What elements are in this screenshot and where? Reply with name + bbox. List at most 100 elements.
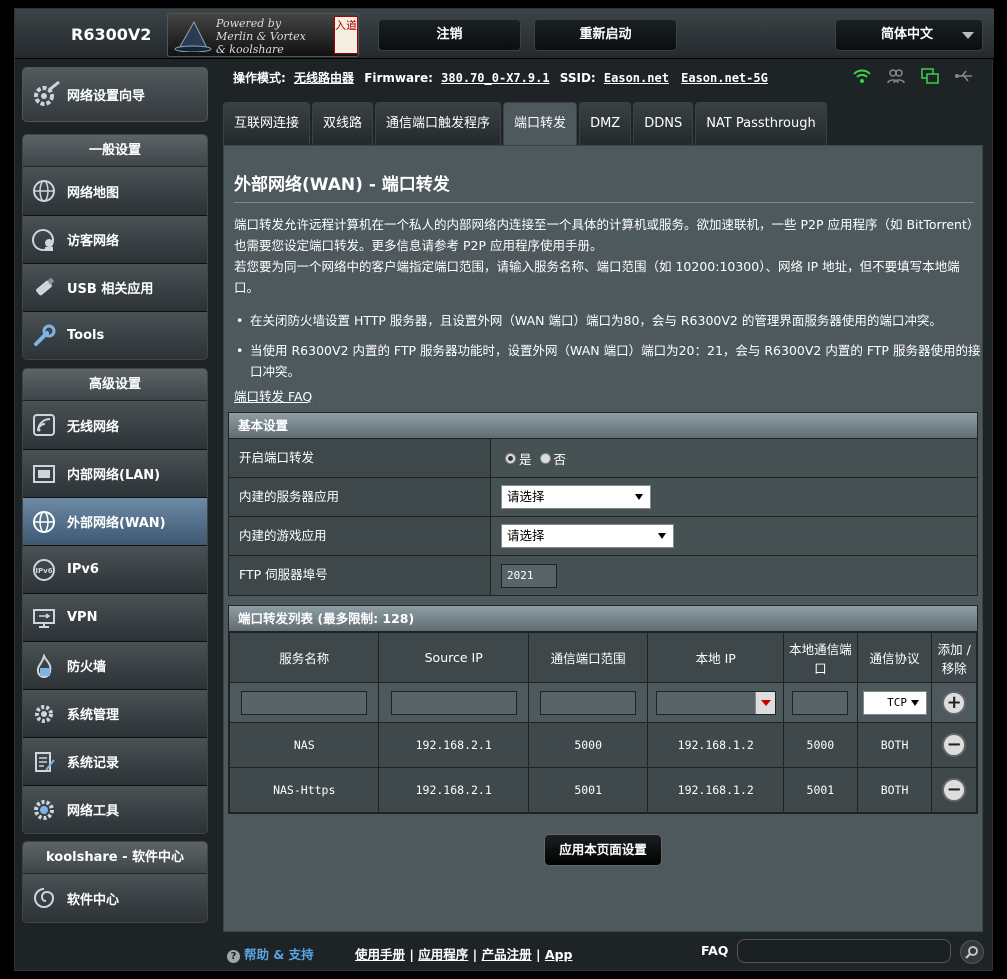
sidebar-item-guest-network[interactable]: 访客网络 bbox=[23, 215, 207, 263]
service-name-input[interactable] bbox=[241, 690, 368, 715]
sidebar-item-label: 访客网络 bbox=[67, 234, 120, 249]
game-app-select[interactable]: 请选择 bbox=[501, 524, 674, 548]
sidebar-item-label: 网络工具 bbox=[67, 804, 120, 819]
sidebar-item-firewall[interactable]: 防火墙 bbox=[23, 641, 207, 689]
basic-settings-title: 基本设置 bbox=[229, 413, 977, 439]
apply-settings-button[interactable]: 应用本页面设置 bbox=[544, 834, 662, 866]
network-status-icon[interactable] bbox=[920, 67, 940, 85]
globe-map-icon bbox=[31, 178, 57, 204]
merlin-logo: Powered by Merlin & Vortex & koolshare 入… bbox=[167, 13, 359, 57]
top-bar: R6300V2 Powered by Merlin & Vortex & koo… bbox=[15, 9, 994, 59]
tab-internet[interactable]: 互联网连接 bbox=[223, 102, 311, 146]
chevron-down-icon bbox=[635, 494, 643, 500]
sidebar-item-software-center[interactable]: 软件中心 bbox=[23, 874, 207, 922]
firmware-link[interactable]: 380.70_0-X7.9.1 bbox=[441, 71, 549, 85]
sidebar-item-label: 内部网络(LAN) bbox=[67, 468, 161, 483]
wizard-label: 网络设置向导 bbox=[67, 89, 146, 104]
guest-network-icon bbox=[31, 227, 57, 253]
ftp-port-input[interactable]: 2021 bbox=[501, 563, 557, 588]
help-label: 帮助 & 支持 bbox=[244, 947, 314, 962]
koolshare-group: koolshare - 软件中心 软件中心 bbox=[22, 841, 208, 923]
advanced-settings-group: 高级设置 无线网络 内部网络(LAN) 外部网络(WAN) IPv6 IPv6 … bbox=[22, 368, 208, 834]
sidebar-item-network-tools[interactable]: 网络工具 bbox=[23, 785, 207, 833]
ipv6-icon: IPv6 bbox=[31, 557, 57, 583]
sidebar-item-admin[interactable]: 系统管理 bbox=[23, 689, 207, 737]
log-icon bbox=[31, 749, 57, 775]
reboot-button[interactable]: 重新启动 bbox=[534, 19, 677, 51]
register-link[interactable]: 产品注册 bbox=[482, 947, 532, 962]
help-icon: ? bbox=[227, 950, 240, 963]
tab-dual-wan[interactable]: 双线路 bbox=[312, 102, 374, 146]
port-range-input[interactable] bbox=[540, 690, 637, 715]
sidebar-item-vpn[interactable]: VPN bbox=[23, 593, 207, 641]
logo-seal: 入道 bbox=[334, 16, 358, 54]
sidebar-item-usb[interactable]: USB 相关应用 bbox=[23, 263, 207, 311]
tab-ddns[interactable]: DDNS bbox=[633, 102, 694, 146]
tab-port-forwarding[interactable]: 端口转发 bbox=[503, 102, 578, 146]
col-local-ip: 本地 IP bbox=[647, 632, 785, 683]
sidebar-item-label: IPv6 bbox=[67, 562, 99, 577]
add-rule-icon[interactable]: + bbox=[942, 690, 967, 715]
protocol-value: TCP bbox=[887, 695, 907, 709]
manual-link[interactable]: 使用手册 bbox=[355, 947, 405, 962]
usb-icon bbox=[31, 275, 57, 301]
tab-dmz[interactable]: DMZ bbox=[579, 102, 632, 146]
local-port-input[interactable] bbox=[792, 690, 849, 715]
general-settings-group: 一般设置 网络地图 访客网络 USB 相关应用 Tools bbox=[22, 134, 208, 360]
mode-link[interactable]: 无线路由器 bbox=[294, 71, 354, 85]
tab-nat-passthrough[interactable]: NAT Passthrough bbox=[695, 102, 827, 146]
local-ip-input[interactable] bbox=[655, 690, 776, 715]
faq-search-input[interactable] bbox=[737, 939, 951, 963]
sidebar-item-syslog[interactable]: 系统记录 bbox=[23, 737, 207, 785]
advanced-settings-title: 高级设置 bbox=[23, 369, 207, 401]
search-icon[interactable] bbox=[960, 940, 984, 964]
wrench-icon bbox=[31, 323, 57, 349]
sidebar-item-lan[interactable]: 内部网络(LAN) bbox=[23, 449, 207, 497]
sidebar-item-label: USB 相关应用 bbox=[67, 282, 154, 297]
sidebar-item-ipv6[interactable]: IPv6 IPv6 bbox=[23, 545, 207, 593]
sidebar-item-label: Tools bbox=[67, 328, 105, 343]
radio-yes[interactable] bbox=[505, 452, 516, 464]
sidebar-item-network-map[interactable]: 网络地图 bbox=[23, 167, 207, 215]
remove-rule-icon[interactable]: − bbox=[942, 733, 967, 757]
language-label: 简体中文 bbox=[881, 27, 934, 42]
new-rule-row: TCP + bbox=[228, 682, 977, 723]
radio-yes-label: 是 bbox=[519, 451, 532, 467]
tab-port-trigger[interactable]: 通信端口触发程序 bbox=[375, 102, 502, 146]
general-settings-title: 一般设置 bbox=[23, 135, 207, 167]
network-wizard-button[interactable]: 网络设置向导 bbox=[22, 67, 208, 122]
ssid-5g-link[interactable]: Eason.net-5G bbox=[681, 71, 768, 85]
chevron-down-icon bbox=[658, 533, 666, 539]
source-ip-cell: 192.168.2.1 bbox=[378, 722, 529, 768]
page-description: 端口转发允许远程计算机在一个私人的内部网络内连接至一个具体的计算机或服务。欲加速… bbox=[234, 214, 982, 298]
source-ip-input[interactable] bbox=[390, 690, 517, 715]
protocol-select[interactable]: TCP bbox=[862, 690, 927, 715]
chevron-down-icon bbox=[962, 32, 974, 39]
sidebar-item-tools[interactable]: Tools bbox=[23, 311, 207, 359]
enable-port-forwarding-row: 开启端口转发 是 否 bbox=[229, 439, 977, 478]
local-ip-cell: 192.168.1.2 bbox=[647, 767, 785, 813]
wifi-status-icon[interactable] bbox=[852, 67, 872, 85]
game-app-label: 内建的游戏应用 bbox=[229, 517, 491, 555]
description-para-1: 端口转发允许远程计算机在一个私人的内部网络内连接至一个具体的计算机或服务。欲加速… bbox=[234, 217, 980, 253]
apps-link[interactable]: 应用程序 bbox=[418, 947, 468, 962]
language-select[interactable]: 简体中文 bbox=[835, 19, 983, 51]
clients-icon[interactable] bbox=[886, 67, 906, 85]
server-app-label: 内建的服务器应用 bbox=[229, 478, 491, 516]
remove-rule-icon[interactable]: − bbox=[942, 778, 967, 802]
usb-status-icon[interactable] bbox=[954, 67, 974, 85]
logout-button[interactable]: 注销 bbox=[378, 19, 521, 51]
server-app-select[interactable]: 请选择 bbox=[501, 485, 651, 509]
sidebar-item-label: 系统管理 bbox=[67, 708, 120, 723]
sidebar-item-label: 无线网络 bbox=[67, 419, 120, 435]
client-list-dropdown-icon[interactable] bbox=[754, 691, 775, 714]
ftp-port-label: FTP 伺服器埠号 bbox=[229, 556, 491, 595]
protocol-cell: BOTH bbox=[856, 767, 933, 813]
sidebar-item-wireless[interactable]: 无线网络 bbox=[23, 401, 207, 449]
sidebar-item-wan[interactable]: 外部网络(WAN) bbox=[23, 497, 207, 545]
radio-no[interactable] bbox=[539, 452, 551, 464]
ssid-24g-link[interactable]: Eason.net bbox=[604, 71, 669, 85]
port-forwarding-faq-link[interactable]: 端口转发 FAQ bbox=[234, 386, 312, 405]
app-link[interactable]: App bbox=[545, 947, 573, 962]
sidebar-item-label: 外部网络(WAN) bbox=[67, 516, 166, 531]
